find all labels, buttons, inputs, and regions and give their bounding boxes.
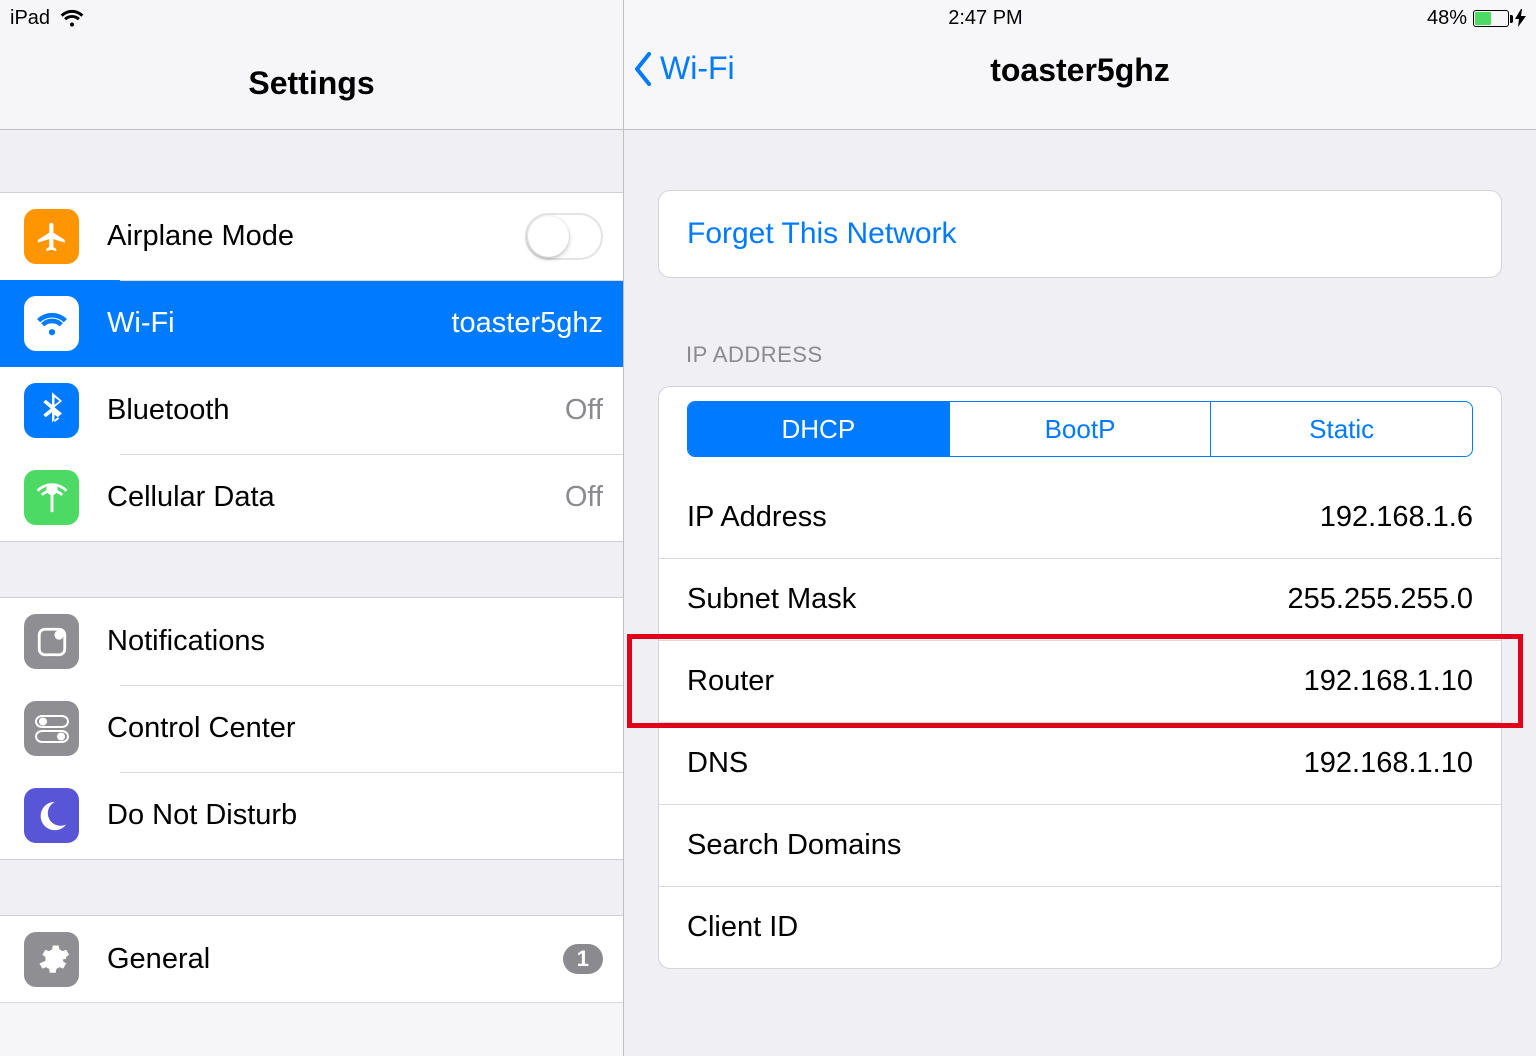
segment-static[interactable]: Static (1210, 402, 1472, 456)
ip-row-router[interactable]: Router 192.168.1.10 (659, 640, 1501, 722)
sidebar-item-label: Wi-Fi (107, 307, 451, 340)
group-spacer (0, 860, 623, 915)
sidebar-item-label: Notifications (107, 625, 603, 658)
detail-title: toaster5ghz (624, 52, 1536, 89)
sidebar-item-notifications[interactable]: Notifications (0, 598, 623, 685)
charging-icon (1515, 9, 1526, 27)
sidebar-item-label: Control Center (107, 712, 603, 745)
group-spacer (0, 130, 623, 192)
notifications-icon (24, 614, 79, 669)
airplane-icon (24, 209, 79, 264)
ip-row-search-domains[interactable]: Search Domains (659, 804, 1501, 886)
sidebar-item-wifi[interactable]: Wi-Fi toaster5ghz (0, 280, 623, 367)
battery-fill (1475, 12, 1491, 25)
device-name: iPad (10, 7, 50, 30)
sidebar-group-1: Notifications Control Center Do Not Dist… (0, 597, 623, 860)
ip-row-value: 255.255.255.0 (1288, 583, 1473, 616)
ip-row-label: Search Domains (687, 829, 901, 862)
bluetooth-icon (24, 383, 79, 438)
ip-row-label: DNS (687, 747, 748, 780)
airplane-mode-toggle[interactable] (525, 213, 603, 260)
ip-row-value: 192.168.1.6 (1320, 501, 1473, 534)
sidebar-item-trailing: Off (565, 394, 603, 427)
ip-row-ip-address[interactable]: IP Address 192.168.1.6 (659, 477, 1501, 558)
ip-mode-segmented-control[interactable]: DHCP BootP Static (687, 401, 1473, 457)
statusbar-left: iPad (0, 0, 623, 36)
segment-bootp[interactable]: BootP (949, 402, 1211, 456)
detail-content: Forget This Network IP ADDRESS DHCP Boot… (624, 190, 1536, 969)
ip-address-section-label: IP ADDRESS (686, 342, 1502, 368)
wifi-signal-icon (60, 9, 84, 27)
app-root: iPad Settings Airplane Mode Wi-Fi (0, 0, 1536, 1056)
do-not-disturb-icon (24, 788, 79, 843)
sidebar-item-label: Airplane Mode (107, 220, 525, 253)
sidebar-title: Settings (0, 36, 623, 130)
sidebar-item-general[interactable]: General 1 (0, 916, 623, 1003)
ip-row-label: IP Address (687, 501, 827, 534)
sidebar: iPad Settings Airplane Mode Wi-Fi (0, 0, 624, 1056)
sidebar-item-control-center[interactable]: Control Center (0, 685, 623, 772)
sidebar-item-label: General (107, 943, 563, 976)
general-icon (24, 932, 79, 987)
ip-row-value: 192.168.1.10 (1304, 665, 1473, 698)
segment-dhcp[interactable]: DHCP (688, 402, 949, 456)
ip-row-value: 192.168.1.10 (1304, 747, 1473, 780)
battery-icon (1473, 10, 1509, 27)
wifi-icon (24, 296, 79, 351)
sidebar-item-trailing: toaster5ghz (451, 307, 603, 340)
cellular-icon (24, 470, 79, 525)
battery-percent: 48% (1427, 7, 1467, 30)
forget-network-button[interactable]: Forget This Network (659, 191, 1501, 277)
general-badge: 1 (563, 944, 603, 974)
statusbar-right: 2:47 PM 48% (624, 0, 1536, 36)
sidebar-item-label: Do Not Disturb (107, 799, 603, 832)
sidebar-group-0: Airplane Mode Wi-Fi toaster5ghz Bluetoot… (0, 192, 623, 542)
ip-row-dns[interactable]: DNS 192.168.1.10 (659, 722, 1501, 804)
sidebar-item-bluetooth[interactable]: Bluetooth Off (0, 367, 623, 454)
ip-row-subnet-mask[interactable]: Subnet Mask 255.255.255.0 (659, 558, 1501, 640)
sidebar-group-2: General 1 (0, 915, 623, 1003)
ip-address-card: DHCP BootP Static IP Address 192.168.1.6… (658, 386, 1502, 969)
sidebar-item-label: Bluetooth (107, 394, 565, 427)
sidebar-item-cellular-data[interactable]: Cellular Data Off (0, 454, 623, 541)
ip-row-label: Client ID (687, 911, 798, 944)
ip-row-client-id[interactable]: Client ID (659, 886, 1501, 968)
group-spacer (0, 542, 623, 597)
forget-network-card: Forget This Network (658, 190, 1502, 278)
detail-pane: 2:47 PM 48% Wi-Fi toaster5ghz Forget Thi… (624, 0, 1536, 1056)
ip-row-label: Subnet Mask (687, 583, 856, 616)
statusbar-time: 2:47 PM (544, 7, 1427, 30)
sidebar-item-trailing: Off (565, 481, 603, 514)
ip-row-label: Router (687, 665, 774, 698)
control-center-icon (24, 701, 79, 756)
sidebar-item-label: Cellular Data (107, 481, 565, 514)
sidebar-item-do-not-disturb[interactable]: Do Not Disturb (0, 772, 623, 859)
sidebar-item-airplane-mode[interactable]: Airplane Mode (0, 193, 623, 280)
